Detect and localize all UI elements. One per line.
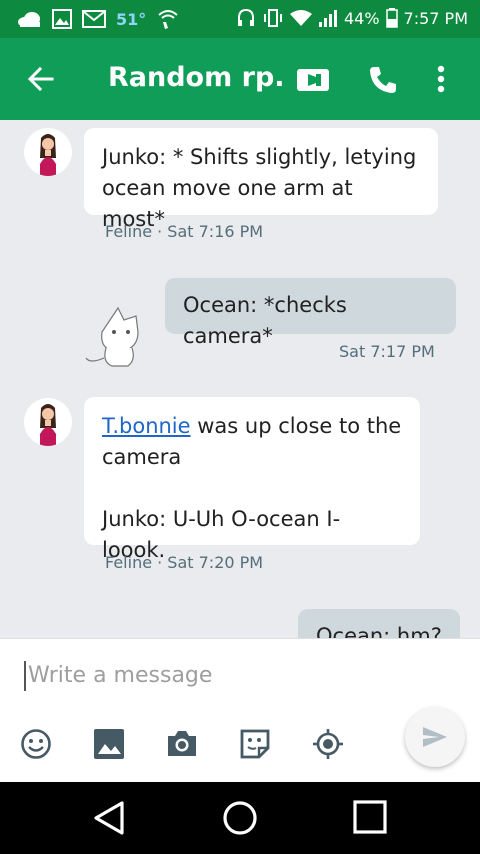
avatar[interactable] bbox=[24, 398, 72, 446]
headset-icon bbox=[236, 8, 256, 28]
message-bubble-incoming[interactable]: Junko: * Shifts slightly, letying ocean … bbox=[84, 128, 438, 231]
send-icon bbox=[423, 727, 447, 747]
cat-sticker-avatar bbox=[84, 302, 156, 374]
cloud-icon bbox=[16, 10, 42, 28]
videocam-icon[interactable] bbox=[296, 66, 330, 98]
message-text: Ocean: hm? bbox=[316, 624, 442, 638]
message-text: was up close to the bbox=[190, 414, 402, 438]
message-input[interactable]: Write a message bbox=[24, 661, 212, 691]
message-bubble-outgoing[interactable]: Ocean: *checks camera* bbox=[165, 278, 456, 348]
message-meta: Feline · Sat 7:16 PM bbox=[105, 222, 264, 241]
status-left: 51° bbox=[16, 8, 180, 30]
message-bubble-outgoing[interactable]: Ocean: hm? bbox=[298, 609, 460, 638]
message-meta: Sat 7:17 PM bbox=[339, 342, 435, 361]
send-button[interactable] bbox=[405, 707, 465, 767]
arrow-left-icon[interactable] bbox=[26, 64, 56, 98]
message-list[interactable]: Junko: * Shifts slightly, letying ocean … bbox=[0, 120, 480, 638]
status-right: 44% 7:57 PM bbox=[236, 8, 468, 28]
status-bar: 51° 44% 7:57 PM bbox=[0, 0, 480, 38]
message-text: camera bbox=[102, 445, 182, 469]
wifi-call-icon bbox=[156, 8, 180, 30]
message-meta: Feline · Sat 7:20 PM bbox=[105, 553, 264, 572]
more-vert-icon[interactable] bbox=[436, 64, 446, 98]
image-icon[interactable] bbox=[93, 728, 125, 764]
composer: Write a message bbox=[0, 638, 480, 783]
battery-icon bbox=[385, 8, 398, 28]
sticker-icon[interactable] bbox=[239, 728, 271, 764]
camera-icon[interactable] bbox=[166, 728, 198, 762]
wifi-icon bbox=[289, 9, 312, 27]
message-line: T.bonnie was up close to the bbox=[102, 411, 402, 442]
conversation-title[interactable]: Random rp... bbox=[108, 62, 284, 93]
battery-percent: 44% bbox=[343, 8, 380, 28]
message-text bbox=[102, 473, 402, 504]
app-bar: Random rp... bbox=[0, 38, 480, 120]
recents-square-icon[interactable] bbox=[353, 800, 387, 838]
home-circle-icon[interactable] bbox=[222, 800, 258, 840]
clock: 7:57 PM bbox=[403, 8, 468, 28]
system-nav-bar bbox=[0, 782, 480, 854]
message-bubble-incoming[interactable]: T.bonnie was up close to the camera Junk… bbox=[84, 397, 420, 562]
gmail-icon bbox=[82, 10, 106, 28]
vibrate-icon bbox=[262, 8, 284, 28]
avatar[interactable] bbox=[24, 128, 72, 176]
image-icon bbox=[52, 9, 72, 29]
back-triangle-icon[interactable] bbox=[92, 800, 126, 840]
signal-icon bbox=[318, 8, 338, 28]
location-icon[interactable] bbox=[312, 728, 344, 764]
avatar-girl-icon bbox=[40, 134, 56, 176]
phone-icon[interactable] bbox=[368, 65, 398, 99]
emoji-icon[interactable] bbox=[20, 728, 52, 764]
mention-link[interactable]: T.bonnie bbox=[102, 414, 191, 438]
message-text: Junko: * Shifts slightly, letying bbox=[102, 145, 417, 169]
temperature: 51° bbox=[116, 9, 147, 29]
avatar-girl-icon bbox=[40, 404, 56, 446]
cat-icon bbox=[85, 306, 139, 367]
